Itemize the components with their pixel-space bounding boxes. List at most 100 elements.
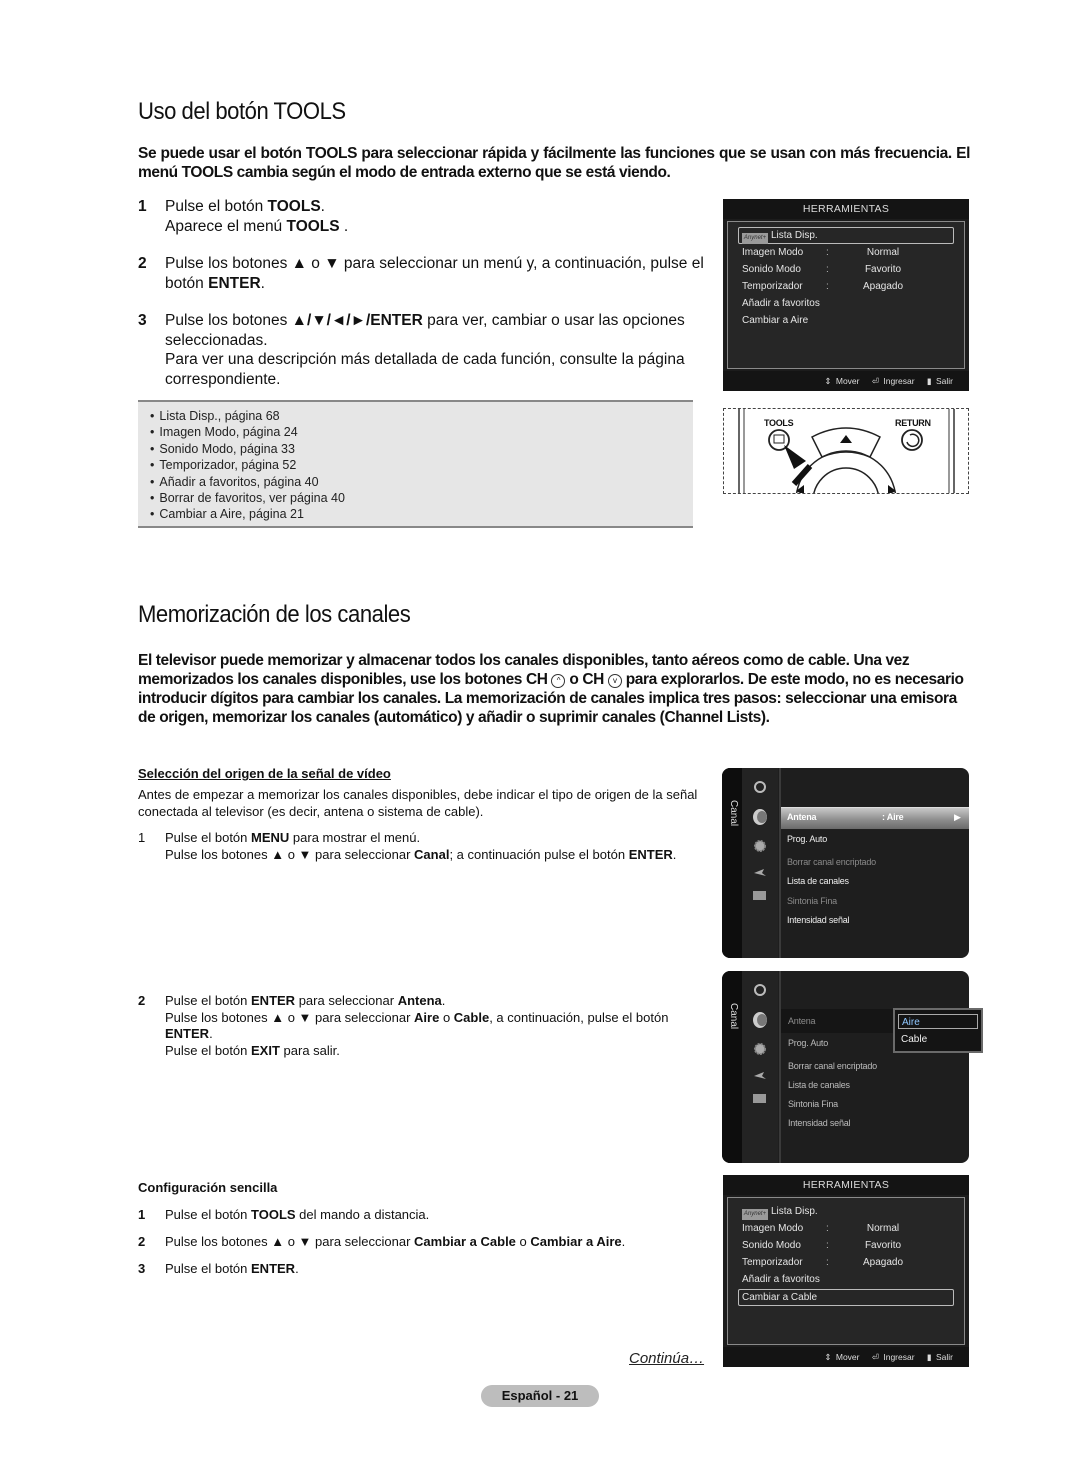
- reference-item: Imagen Modo, página 24: [150, 424, 693, 440]
- anynet-logo-icon: Anynet+: [742, 1209, 768, 1220]
- application-icon[interactable]: [752, 889, 768, 903]
- osd-footer: ⇕ Mover ⏎ Ingresar ▮ Salir: [723, 371, 969, 391]
- step-bold: ENTER: [251, 993, 296, 1008]
- menu-item-borrar-canal[interactable]: Borrar canal encriptado: [787, 857, 876, 867]
- menu-item-antena[interactable]: Antena: [788, 1016, 816, 1026]
- tools-steps: 1 Pulse el botón TOOLS. Aparece el menú …: [138, 197, 708, 389]
- osd-item[interactable]: Añadir a favoritos: [742, 1272, 820, 1288]
- step-1: 1 Pulse el botón TOOLS del mando a dista…: [138, 1206, 708, 1224]
- osd-item[interactable]: Temporizador: Apagado: [742, 279, 918, 295]
- picture-icon[interactable]: [752, 779, 768, 793]
- setup-gear-icon[interactable]: [752, 838, 768, 852]
- osd-item[interactable]: Anynet+ Lista Disp.: [742, 228, 818, 244]
- dropdown-option-aire[interactable]: Aire: [898, 1014, 978, 1029]
- osd-item[interactable]: Anynet+ Lista Disp.: [742, 1204, 818, 1220]
- item-label: Temporizador: [742, 281, 803, 292]
- item-sep: :: [826, 247, 829, 258]
- osd-item[interactable]: Cambiar a Aire: [742, 313, 808, 329]
- dropdown-option-cable[interactable]: Cable: [898, 1032, 978, 1047]
- menu-item-sintonia-fina[interactable]: Sintonia Fina: [787, 896, 837, 906]
- input-icon[interactable]: [752, 864, 768, 878]
- item-label: Añadir a favoritos: [742, 1274, 820, 1285]
- item-label: Sonido Modo: [742, 1240, 801, 1251]
- step-text: Pulse el botón: [165, 1261, 252, 1276]
- step-bold: Canal: [414, 846, 450, 862]
- osd-item[interactable]: Imagen Modo: Normal: [742, 1221, 918, 1237]
- enter-icon: ⏎: [871, 1352, 879, 1362]
- step-bold: Cambiar a Aire: [530, 1234, 622, 1249]
- osd-item[interactable]: Cambiar a Cable: [742, 1290, 817, 1306]
- menu-item-borrar-canal[interactable]: Borrar canal encriptado: [788, 1061, 877, 1071]
- antena-dropdown[interactable]: Aire Cable: [893, 1008, 983, 1053]
- item-value: Favorito: [864, 1240, 902, 1251]
- step-bold: MENU: [251, 830, 290, 845]
- easy-setup-steps: 1 Pulse el botón TOOLS del mando a dista…: [138, 1206, 708, 1278]
- step-2: 2 Pulse los botones ▲ o ▼ para seleccion…: [138, 1233, 708, 1251]
- item-label: Añadir a favoritos: [742, 298, 820, 309]
- step-bold: ENTER: [165, 1026, 210, 1041]
- item-label: Temporizador: [742, 1257, 803, 1268]
- menu-item-intensidad[interactable]: Intensidad señal: [788, 1118, 851, 1128]
- osd-body: Anynet+ Lista Disp. Imagen Modo: Normal So…: [727, 1197, 965, 1345]
- menu-item-sintonia-fina[interactable]: Sintonia Fina: [788, 1099, 838, 1109]
- menu-sidebar: [722, 971, 742, 1163]
- step-text: Pulse el botón: [165, 830, 252, 845]
- step-text: o: [439, 1009, 454, 1025]
- osd-item[interactable]: Sonido Modo: Favorito: [742, 262, 918, 278]
- step-text: del mando a distancia.: [295, 1207, 430, 1222]
- osd-item[interactable]: Temporizador: Apagado: [742, 1255, 918, 1271]
- channel-icon[interactable]: [752, 1011, 768, 1028]
- item-label: Lista Disp.: [771, 1206, 818, 1217]
- pointer-arrow-icon: [784, 445, 806, 469]
- menu-item-lista-canales[interactable]: Lista de canales: [787, 876, 849, 886]
- step-text: .: [320, 198, 325, 215]
- canal-menu-antenna: Canal Antena : Aire ▶ Prog. Auto Borrar …: [722, 768, 969, 958]
- application-icon[interactable]: [752, 1092, 768, 1106]
- step-text: Aparece el menú: [165, 217, 287, 235]
- right-arrow-icon[interactable]: ▶: [954, 812, 961, 823]
- channel-icon[interactable]: [752, 808, 768, 825]
- reference-item: Temporizador, página 52: [150, 457, 693, 473]
- move-icon: ⇕: [824, 376, 832, 386]
- signal-step-2: 2 Pulse el botón ENTER para seleccionar …: [138, 993, 708, 1059]
- step-2: 2 Pulse los botones ▲ o ▼ para seleccion…: [138, 254, 708, 293]
- menu-item-prog-auto[interactable]: Prog. Auto: [788, 1038, 828, 1048]
- osd-item[interactable]: Imagen Modo: Normal: [742, 245, 918, 261]
- item-value: Apagado: [862, 281, 904, 292]
- tools-menu-osd-cable: HERRAMIENTAS Anynet+ Lista Disp. Imagen M…: [723, 1175, 969, 1367]
- item-label: Antena: [787, 812, 817, 822]
- menu-item-prog-auto[interactable]: Prog. Auto: [787, 834, 827, 844]
- subsection-title-signal-source: Selección del origen de la señal de víde…: [138, 766, 391, 781]
- continue-link[interactable]: Continúa…: [629, 1350, 704, 1367]
- reference-box: Lista Disp., página 68 Imagen Modo, pági…: [138, 400, 693, 528]
- step-text: .: [339, 217, 349, 235]
- reference-list: Lista Disp., página 68 Imagen Modo, pági…: [138, 402, 693, 527]
- signal-step-1: 1 Pulse el botón MENU para mostrar el me…: [138, 830, 708, 863]
- picture-icon[interactable]: [752, 982, 768, 996]
- input-icon[interactable]: [752, 1067, 768, 1081]
- step-number: 1: [138, 830, 146, 845]
- section-title-tools: Uso del botón TOOLS: [138, 98, 346, 125]
- item-sep: :: [826, 1257, 829, 1268]
- step-text: .: [295, 1261, 299, 1276]
- tools-label: TOOLS: [764, 418, 794, 428]
- step-1: 1 Pulse el botón TOOLS. Aparece el menú …: [138, 197, 708, 236]
- step-bold: TOOLS: [251, 1207, 296, 1222]
- menu-divider: [779, 768, 781, 958]
- step-bold: Cable: [453, 1009, 490, 1025]
- step-text: Pulse los botones ▲ o ▼ para seleccionar: [165, 846, 415, 862]
- ch-down-icon: v: [607, 674, 622, 688]
- menu-item-lista-canales[interactable]: Lista de canales: [788, 1080, 850, 1090]
- step-text: .: [441, 993, 446, 1008]
- section-intro-tools: Se puede usar el botón TOOLS para selecc…: [138, 145, 970, 181]
- osd-item[interactable]: Sonido Modo: Favorito: [742, 1238, 918, 1254]
- menu-item-intensidad[interactable]: Intensidad señal: [787, 915, 850, 925]
- item-label: Imagen Modo: [742, 247, 804, 258]
- menu-item-antena[interactable]: Antena: [787, 812, 817, 822]
- setup-gear-icon[interactable]: [752, 1041, 768, 1055]
- reference-item: Sonido Modo, página 33: [150, 441, 693, 457]
- item-label: Sonido Modo: [742, 264, 801, 275]
- osd-item[interactable]: Añadir a favoritos: [742, 296, 820, 312]
- menu-side-label: Canal: [728, 1003, 739, 1030]
- menu-divider: [779, 971, 781, 1163]
